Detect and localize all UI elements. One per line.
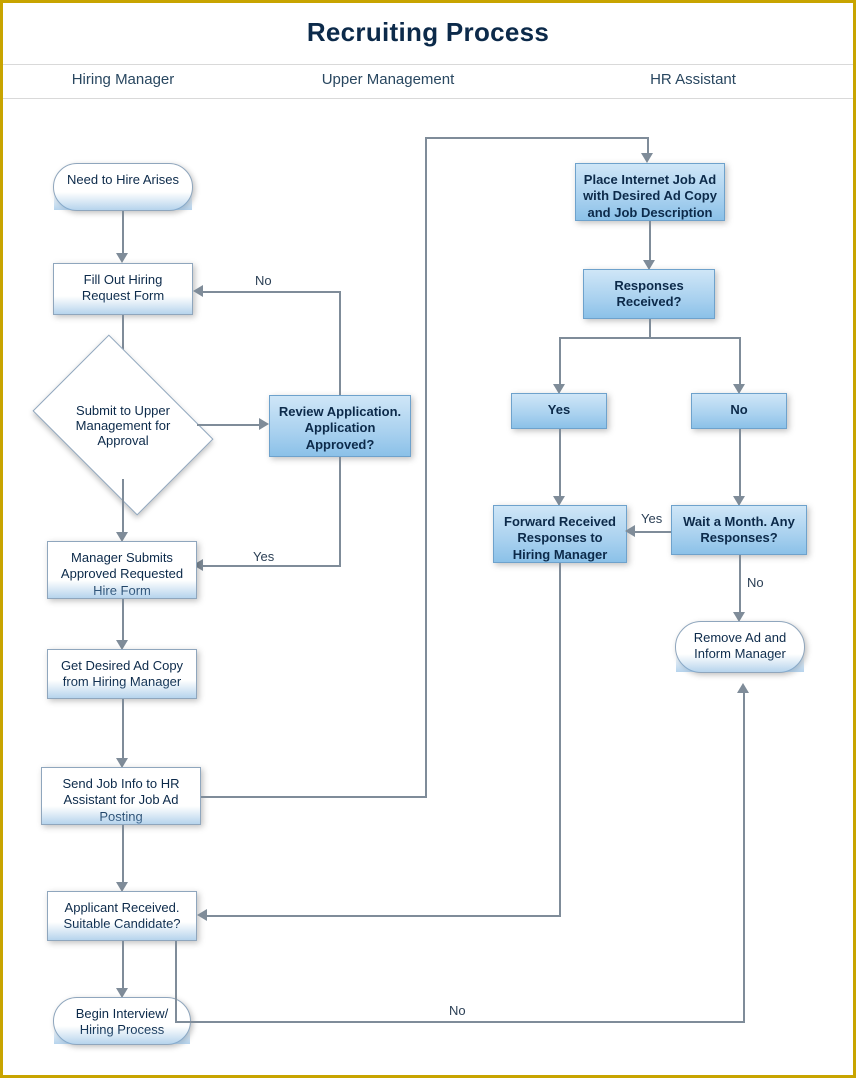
edge-label-no: No xyxy=(747,575,764,590)
node-forward-responses: Forward Received Responses to Hiring Man… xyxy=(493,505,627,563)
node-responses-received: Responses Received? xyxy=(583,269,715,319)
node-get-ad-copy: Get Desired Ad Copy from Hiring Manager xyxy=(47,649,197,699)
edge-label-yes: Yes xyxy=(641,511,662,526)
node-no: No xyxy=(691,393,787,429)
node-remove-ad: Remove Ad and Inform Manager xyxy=(675,621,805,673)
node-review-application: Review Application. Application Approved… xyxy=(269,395,411,457)
node-send-job-info: Send Job Info to HR Assistant for Job Ad… xyxy=(41,767,201,825)
node-fill-form: Fill Out Hiring Request Form xyxy=(53,263,193,315)
lane-upper-management: Upper Management xyxy=(243,71,533,88)
lane-header: Hiring Manager Upper Management HR Assis… xyxy=(3,65,853,98)
edge-label-no: No xyxy=(449,1003,466,1018)
node-submit-approval: Submit to Upper Management for Approval xyxy=(49,371,197,479)
edge-label-yes: Yes xyxy=(253,549,274,564)
node-applicant-received: Applicant Received. Suitable Candidate? xyxy=(47,891,197,941)
node-place-ad: Place Internet Job Ad with Desired Ad Co… xyxy=(575,163,725,221)
node-yes: Yes xyxy=(511,393,607,429)
divider xyxy=(3,98,853,99)
node-begin-hiring: Begin Interview/ Hiring Process xyxy=(53,997,191,1045)
diagram-title: Recruiting Process xyxy=(3,17,853,48)
node-manager-submits: Manager Submits Approved Requested Hire … xyxy=(47,541,197,599)
node-wait-month: Wait a Month. Any Responses? xyxy=(671,505,807,555)
edge-label-no: No xyxy=(255,273,272,288)
lane-hr-assistant: HR Assistant xyxy=(533,71,853,88)
node-need-to-hire: Need to Hire Arises xyxy=(53,163,193,211)
lane-hiring-manager: Hiring Manager xyxy=(3,71,243,88)
